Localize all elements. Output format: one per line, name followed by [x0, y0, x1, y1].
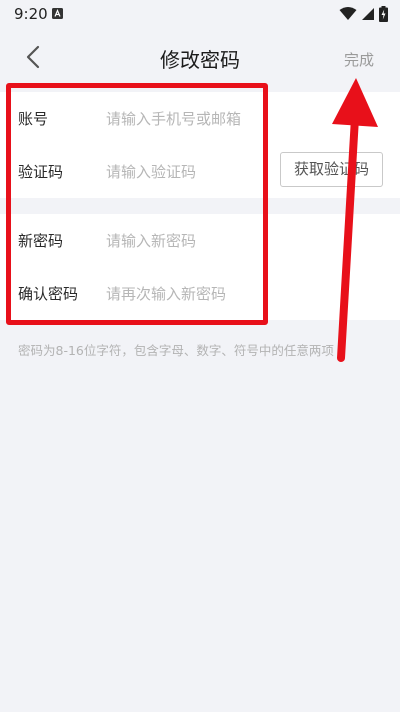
- password-group: 新密码 确认密码: [0, 214, 400, 320]
- battery-charging-icon: [379, 6, 388, 22]
- done-button[interactable]: 完成: [344, 49, 374, 70]
- wifi-icon: [339, 7, 357, 20]
- code-input[interactable]: [106, 159, 276, 185]
- confirm-password-input[interactable]: [106, 281, 276, 307]
- account-label: 账号: [18, 110, 49, 128]
- new-password-label: 新密码: [18, 232, 64, 250]
- code-label: 验证码: [18, 163, 64, 181]
- header: 修改密码 完成: [0, 28, 400, 86]
- new-password-input[interactable]: [106, 228, 276, 254]
- page-title: 修改密码: [160, 48, 240, 72]
- status-time: 9:20: [14, 5, 48, 23]
- get-code-button[interactable]: 获取验证码: [280, 152, 383, 187]
- notification-a-icon: [52, 8, 63, 19]
- new-password-row: 新密码: [0, 214, 400, 267]
- password-hint: 密码为8-16位字符，包含字母、数字、符号中的任意两项: [18, 343, 334, 358]
- status-bar: 9:20: [0, 0, 400, 28]
- confirm-password-row: 确认密码: [0, 267, 400, 320]
- account-row: 账号: [0, 92, 400, 145]
- signal-icon: [362, 8, 374, 20]
- account-input[interactable]: [106, 106, 276, 132]
- confirm-password-label: 确认密码: [18, 285, 79, 303]
- status-icons: [339, 6, 388, 22]
